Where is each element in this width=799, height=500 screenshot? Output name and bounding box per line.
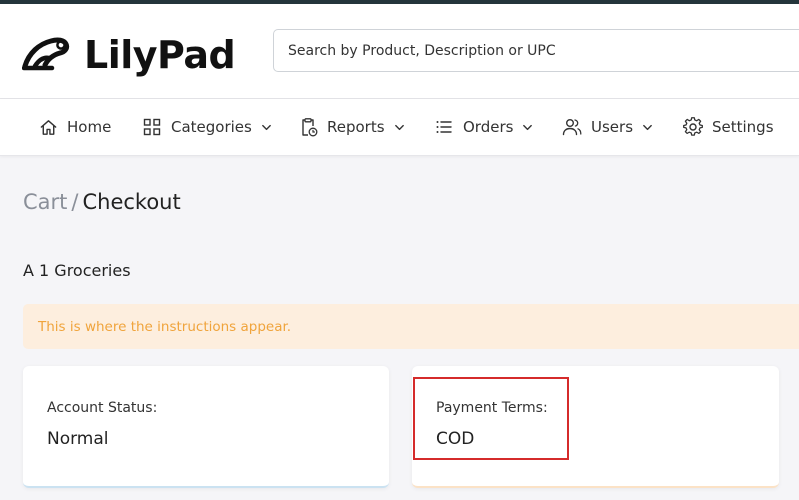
breadcrumb-separator: / (71, 190, 79, 214)
chevron-down-icon (261, 121, 273, 133)
nav-item-users[interactable]: Users (562, 99, 654, 155)
nav-item-settings[interactable]: Settings (683, 99, 774, 155)
main-nav: Home Categories Reports Orders Users Set… (0, 99, 799, 156)
brand-name: LilyPad (84, 33, 236, 77)
page-title: Checkout (82, 190, 181, 214)
nav-label-home: Home (67, 118, 112, 136)
header: LilyPad (0, 4, 799, 99)
breadcrumb: Cart / Checkout (23, 190, 181, 214)
breadcrumb-cart-link[interactable]: Cart (23, 190, 67, 214)
clipboard-clock-icon (298, 117, 318, 137)
nav-label-orders: Orders (463, 118, 514, 136)
brand-logo[interactable]: LilyPad (21, 32, 236, 78)
home-icon (38, 117, 58, 137)
alert-text: This is where the instructions appear. (38, 318, 292, 335)
nav-item-orders[interactable]: Orders (434, 99, 534, 155)
list-icon (434, 117, 454, 137)
nav-item-categories[interactable]: Categories (142, 99, 273, 155)
chevron-down-icon (522, 121, 534, 133)
nav-label-categories: Categories (171, 118, 252, 136)
nav-label-settings: Settings (712, 118, 774, 136)
search-box (273, 29, 799, 72)
users-icon (562, 117, 582, 137)
instructions-alert: This is where the instructions appear. (23, 304, 799, 349)
nav-item-reports[interactable]: Reports (298, 99, 406, 155)
search-input[interactable] (274, 30, 799, 71)
account-status-value: Normal (47, 429, 109, 449)
store-name: A 1 Groceries (23, 261, 131, 280)
nav-item-home[interactable]: Home (38, 99, 111, 155)
chevron-down-icon (642, 121, 654, 133)
nav-label-reports: Reports (327, 118, 385, 136)
account-status-card: Account Status: Normal (23, 366, 389, 488)
nav-label-users: Users (591, 118, 634, 136)
gear-icon (683, 117, 703, 137)
frog-logo-icon (21, 33, 80, 77)
chevron-down-icon (394, 121, 406, 133)
grid-icon (142, 117, 162, 137)
highlight-box (413, 377, 569, 460)
account-status-label: Account Status: (47, 400, 158, 416)
